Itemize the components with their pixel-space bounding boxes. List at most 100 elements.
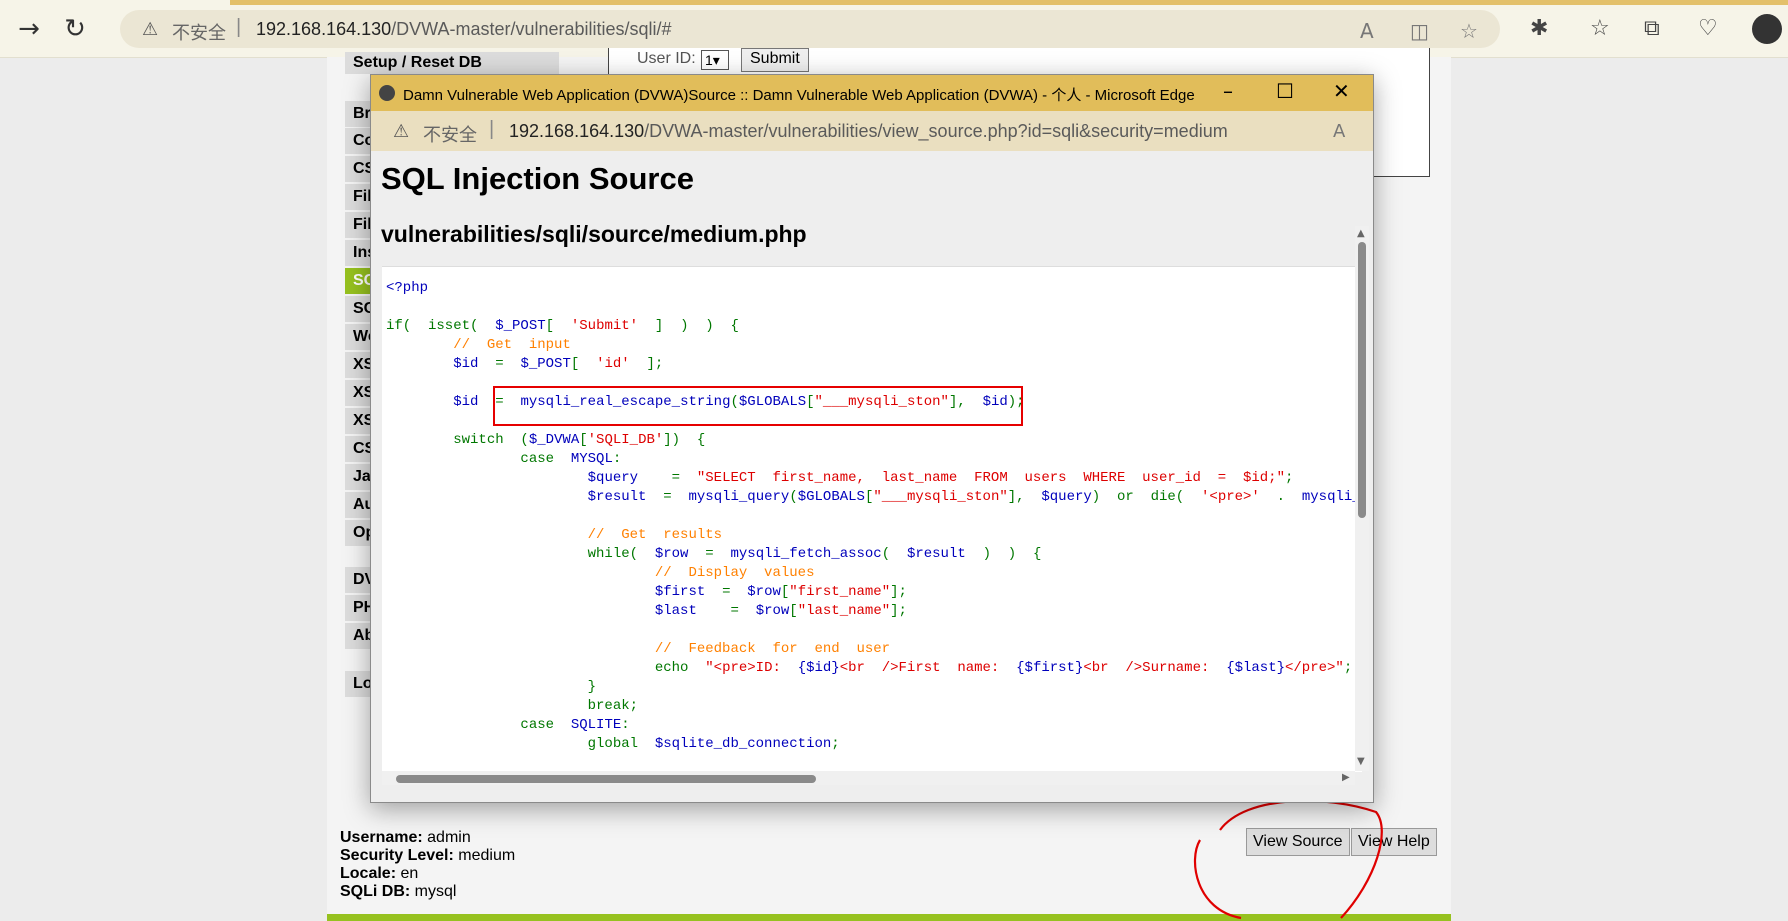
code-line: $first = $row["first_name"]; (386, 584, 907, 600)
code-token: = (663, 489, 689, 505)
code-token: mysqli_error (1301, 489, 1362, 505)
code-line: $id = $_POST[ 'id' ]; (386, 356, 663, 372)
code-token: = (671, 470, 697, 486)
address-separator: | (236, 16, 242, 38)
code-token: $result (906, 546, 983, 562)
vertical-scrollbar[interactable]: ▲ ▼ (1355, 226, 1369, 771)
code-token: global (386, 736, 655, 752)
view-help-button[interactable]: View Help (1351, 828, 1437, 856)
code-line: echo "<pre>ID: {$id}<br />First name: {$… (386, 660, 1352, 676)
code-token: $result (587, 489, 664, 505)
split-screen-icon[interactable]: ◫ (1410, 19, 1429, 43)
code-line: // Display values (386, 565, 815, 581)
popup-insecure-label: 不安全 (423, 125, 477, 146)
scroll-down-icon[interactable]: ▼ (1357, 756, 1365, 767)
info-key: Security Level: (340, 847, 454, 864)
popup-address-bar[interactable]: ⚠ 不安全 | 192.168.164.130/DVWA-master/vuln… (371, 111, 1373, 151)
code-token: $sqlite_db_connection (654, 736, 832, 752)
favorites-icon[interactable]: ☆ (1590, 16, 1610, 41)
read-aloud-icon[interactable]: A (1360, 19, 1374, 43)
code-token: $row (654, 546, 706, 562)
address-bar[interactable]: ⚠ 不安全 | 192.168.164.130/DVWA-master/vuln… (120, 10, 1500, 48)
code-token: $last (654, 603, 731, 619)
code-line: // Get results (386, 527, 722, 543)
scroll-up-icon[interactable]: ▲ (1357, 228, 1365, 239)
collections-icon[interactable]: ⧉ (1644, 16, 1660, 41)
code-token: ) ) { (982, 546, 1042, 562)
minimize-icon[interactable]: – (1223, 79, 1233, 103)
popup-address-separator: | (489, 118, 495, 140)
close-icon[interactable]: ✕ (1333, 79, 1350, 103)
code-token: $_DVWA (528, 432, 580, 448)
info-value: mysql (414, 883, 457, 900)
url-host: 192.168.164.130 (256, 19, 392, 39)
menu-setup-reset-db[interactable]: Setup / Reset DB (345, 52, 559, 74)
code-token: "___mysqli_ston" (873, 489, 1008, 505)
code-token: [ (789, 603, 798, 619)
popup-url-host: 192.168.164.130 (509, 121, 645, 141)
code-token: {$last} (1226, 660, 1285, 676)
code-token: [ (570, 356, 597, 372)
code-token: while( (386, 546, 655, 562)
code-token: ]; (890, 584, 907, 600)
code-token: // Get results (587, 527, 723, 543)
code-token: <br />First name: (839, 660, 1017, 676)
code-line: <?php (386, 280, 428, 296)
source-code-block: <?php if( isset( $_POST[ 'Submit' ] ) ) … (382, 266, 1362, 772)
code-line: global $sqlite_db_connection; (386, 736, 840, 752)
code-token: $first (654, 584, 723, 600)
code-token: // Display values (654, 565, 815, 581)
code-token: switch ( (386, 432, 529, 448)
code-token: = (705, 546, 731, 562)
code-token: // Feedback for end user (654, 641, 891, 657)
code-token: MYSQL (570, 451, 613, 467)
refresh-icon[interactable]: ↻ (60, 14, 90, 44)
highlight-box (493, 386, 1023, 426)
user-id-value: 1 (705, 52, 713, 68)
code-token: ] ) ) { (638, 318, 739, 334)
forward-icon[interactable]: → (14, 14, 44, 44)
extensions-icon[interactable]: ✱ (1530, 16, 1548, 41)
code-token: $row (747, 584, 781, 600)
scroll-right-icon[interactable]: ▶ (1342, 772, 1350, 783)
horizontal-scroll-thumb[interactable] (396, 775, 816, 783)
code-token: case (386, 451, 571, 467)
info-key: SQLi DB: (340, 883, 411, 900)
popup-title: Damn Vulnerable Web Application (DVWA)So… (403, 87, 1195, 104)
code-line: case SQLITE: (386, 717, 629, 733)
horizontal-scrollbar[interactable]: ▶ (382, 771, 1355, 785)
browser-essentials-icon[interactable]: ♡ (1698, 16, 1718, 41)
code-token: ; (831, 736, 840, 752)
address-url[interactable]: 192.168.164.130/DVWA-master/vulnerabilit… (256, 19, 672, 40)
code-token: 'id' (596, 356, 630, 372)
code-token: ) or die( (1091, 489, 1202, 505)
info-value: en (400, 865, 419, 882)
popup-url[interactable]: 192.168.164.130/DVWA-master/vulnerabilit… (509, 121, 1228, 142)
profile-avatar[interactable] (1752, 14, 1782, 44)
popup-titlebar[interactable]: Damn Vulnerable Web Application (DVWA)So… (371, 75, 1373, 111)
code-token: [ (545, 318, 571, 334)
info-line: Locale: en (340, 865, 418, 883)
code-token: 'SQLI_DB' (587, 432, 664, 448)
vertical-scroll-thumb[interactable] (1358, 242, 1366, 518)
code-line: $last = $row["last_name"]; (386, 603, 907, 619)
info-line: Security Level: medium (340, 847, 515, 865)
code-token: $query (1041, 489, 1092, 505)
favorite-star-icon[interactable]: ☆ (1460, 19, 1478, 43)
info-value: admin (427, 829, 471, 846)
user-id-select[interactable]: 1▾ (701, 50, 729, 70)
info-value: medium (458, 847, 516, 864)
maximize-icon[interactable]: ☐ (1276, 79, 1294, 103)
code-token: "first_name" (789, 584, 891, 600)
info-key: Locale: (340, 865, 397, 882)
submit-button[interactable]: Submit (741, 48, 809, 72)
view-source-button[interactable]: View Source (1246, 828, 1350, 856)
code-token: // Get input (453, 337, 571, 353)
popup-read-aloud-icon[interactable]: A (1333, 121, 1345, 142)
